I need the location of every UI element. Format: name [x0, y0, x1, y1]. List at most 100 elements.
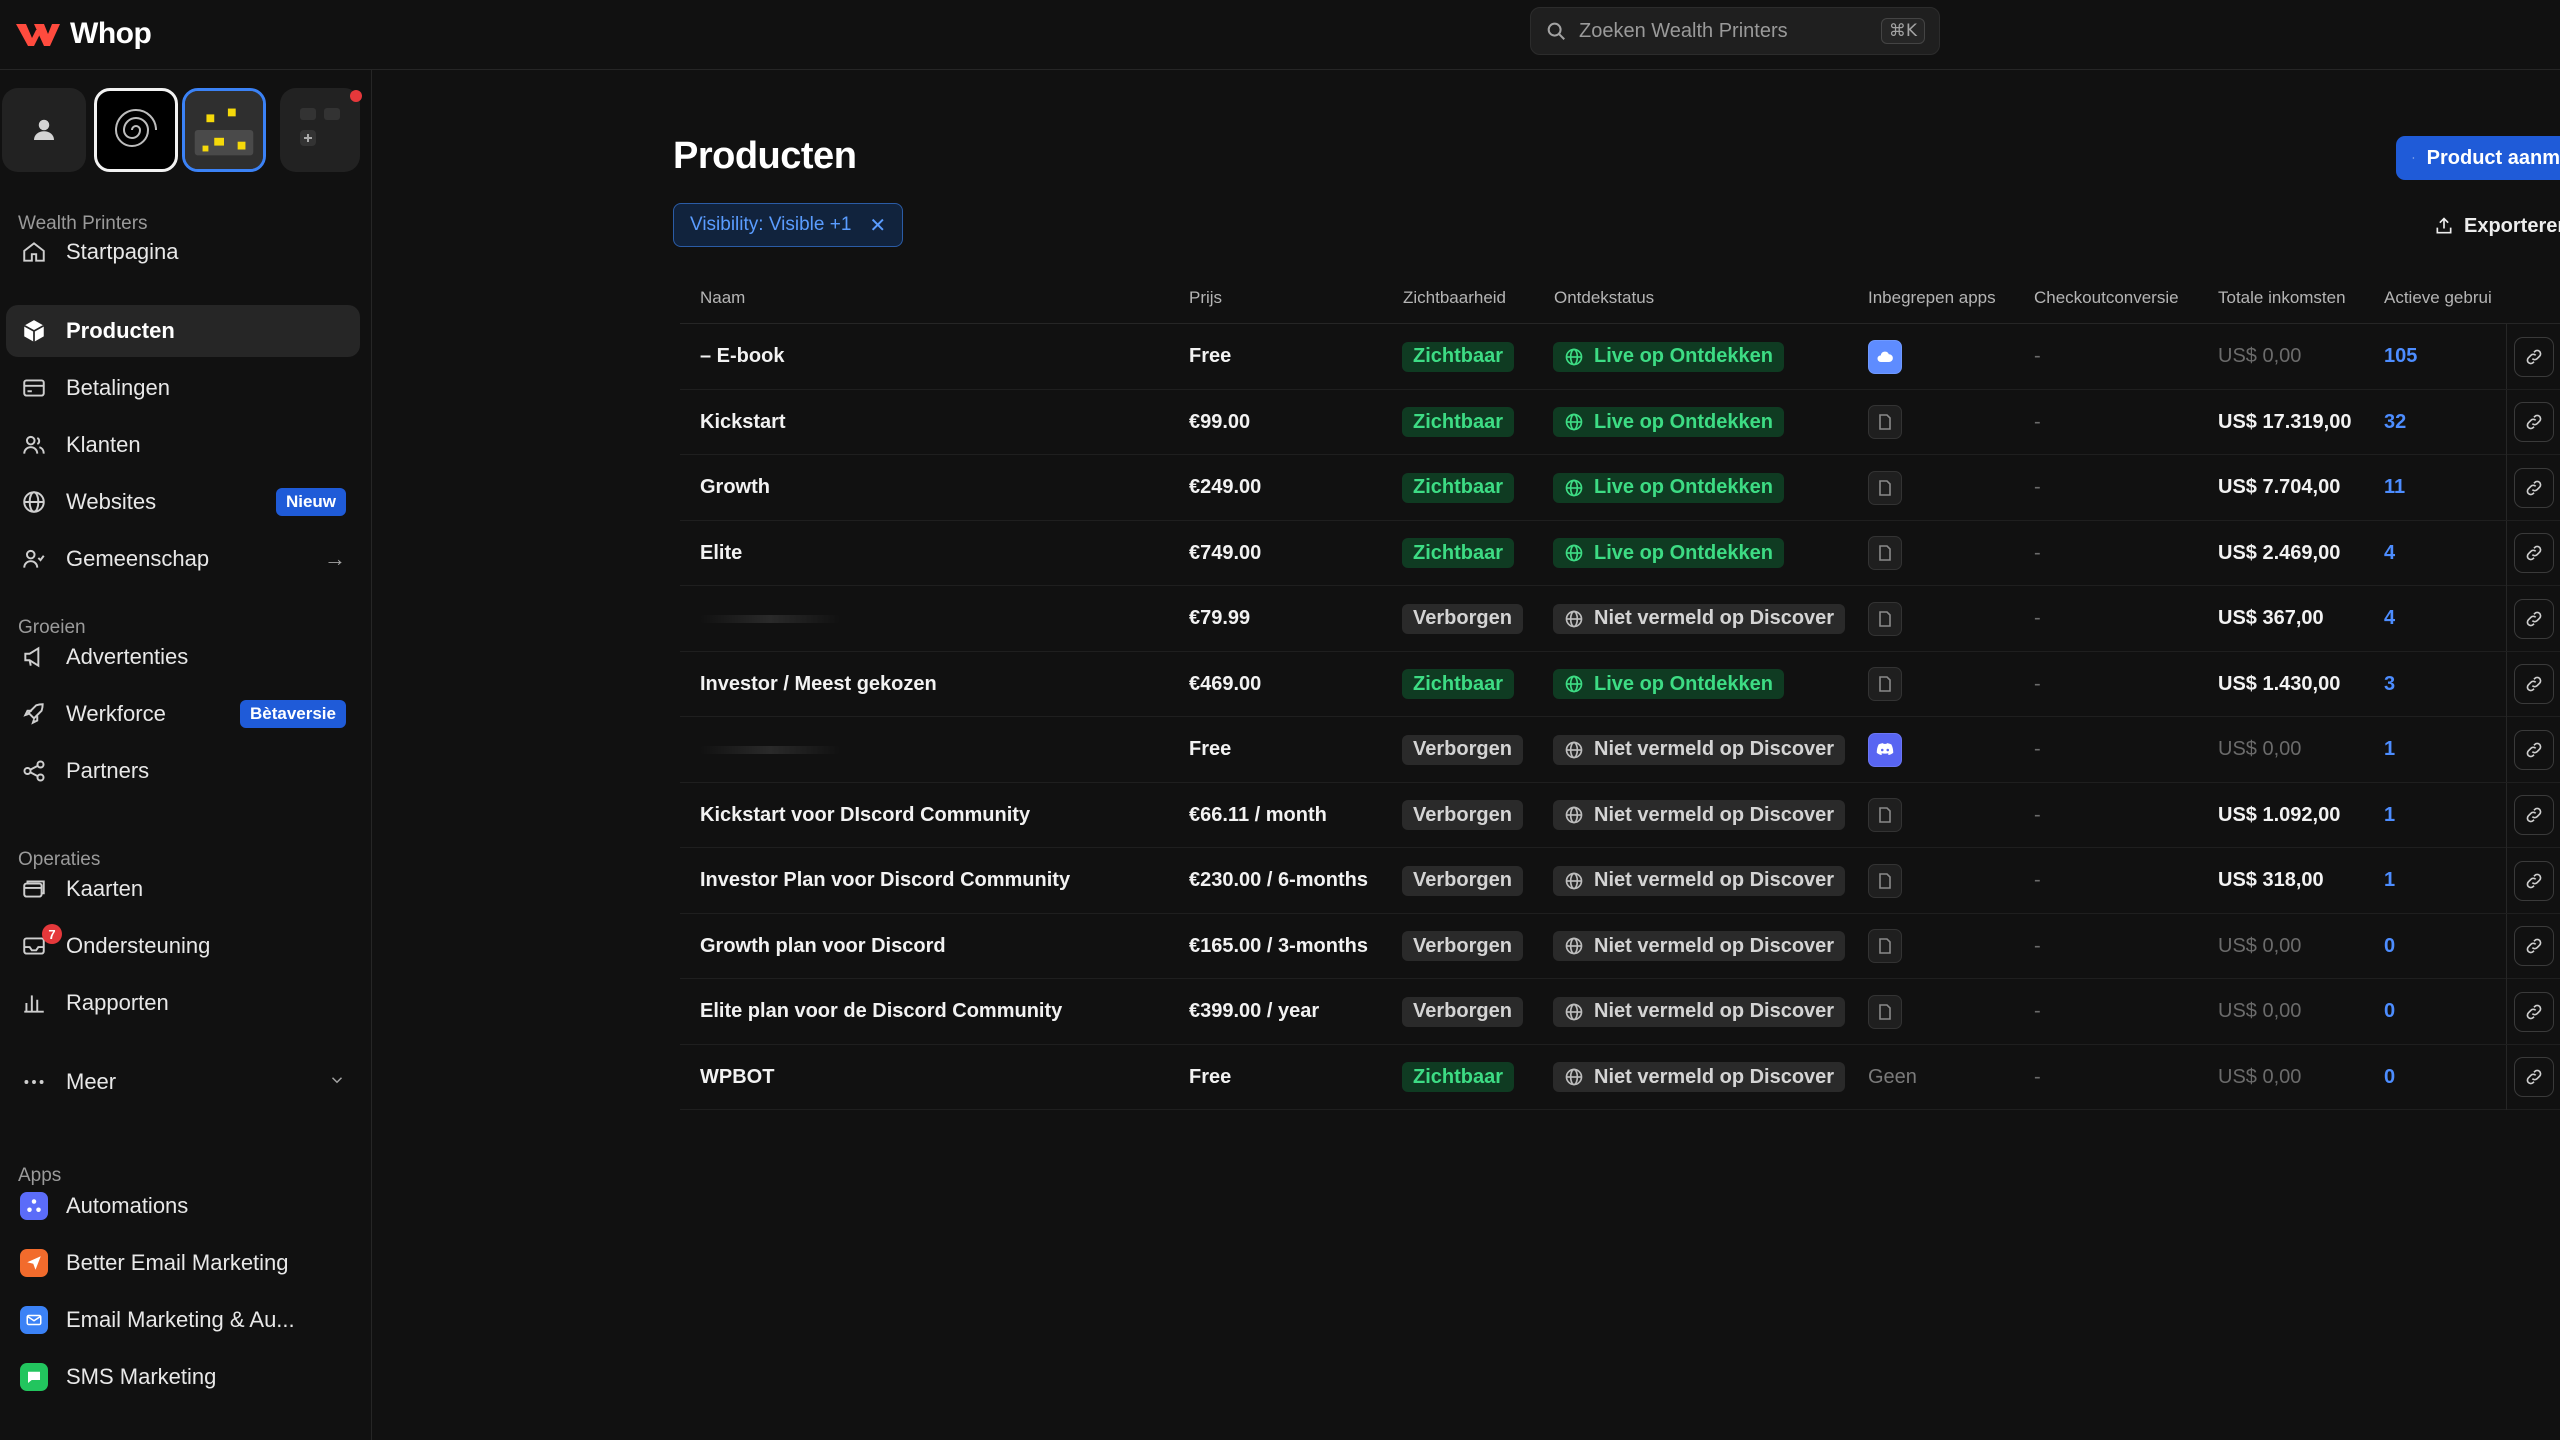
- product-name[interactable]: Elite plan voor de Discord Community: [700, 1000, 1062, 1023]
- copy-link-button[interactable]: [2513, 795, 2554, 835]
- table-row[interactable]: Elite €749.00 Zichtbaar Live op Ontdekken - U…: [680, 520, 2560, 586]
- cell-active-users[interactable]: 0: [2384, 979, 2395, 1044]
- column-header-inkomsten[interactable]: Totale inkomsten: [2218, 288, 2346, 308]
- discover-status-badge[interactable]: Niet vermeld op Discover: [1553, 865, 1846, 896]
- sidebar-item-rapporten[interactable]: Rapporten: [6, 977, 360, 1029]
- cell-active-users[interactable]: 0: [2384, 1045, 2395, 1110]
- file-app-icon[interactable]: [1868, 601, 1902, 636]
- table-row[interactable]: Free Verborgen Niet vermeld op Discover - US…: [680, 717, 2560, 783]
- column-header-apps[interactable]: Inbegrepen apps: [1868, 288, 1996, 308]
- cell-active-users[interactable]: 4: [2384, 586, 2395, 651]
- product-name[interactable]: Growth plan voor Discord: [700, 935, 946, 958]
- cell-active-users[interactable]: 32: [2384, 390, 2406, 455]
- export-button[interactable]: Exporteren: [2434, 211, 2560, 241]
- discover-status-badge[interactable]: Niet vermeld op Discover: [1553, 931, 1846, 961]
- create-product-button[interactable]: Product aanm: [2396, 136, 2560, 180]
- workspace-wealth-printers[interactable]: [182, 88, 266, 172]
- copy-link-button[interactable]: [2513, 1057, 2554, 1097]
- product-name[interactable]: Growth: [700, 476, 770, 499]
- sidebar-item-websites[interactable]: Websites Nieuw: [6, 476, 360, 528]
- copy-link-button[interactable]: [2513, 533, 2554, 573]
- file-app-icon[interactable]: [1868, 929, 1902, 963]
- discover-status-badge[interactable]: Live op Ontdekken: [1553, 341, 1784, 372]
- discord-icon[interactable]: [1868, 732, 1902, 767]
- sidebar-app-email-marketing[interactable]: Email Marketing & Au...: [6, 1294, 360, 1346]
- copy-link-button[interactable]: [2513, 664, 2554, 704]
- sidebar-item-betalingen[interactable]: Betalingen: [6, 362, 360, 414]
- cell-active-users[interactable]: 105: [2384, 324, 2417, 389]
- sidebar-app-sms-marketing[interactable]: SMS Marketing: [6, 1351, 360, 1403]
- visibility-badge[interactable]: Zichtbaar: [1402, 1062, 1515, 1092]
- table-row[interactable]: €79.99 Verborgen Niet vermeld op Discover -…: [680, 586, 2560, 652]
- file-app-icon[interactable]: [1868, 405, 1902, 439]
- product-name[interactable]: WPBOT: [700, 1066, 774, 1089]
- product-name[interactable]: Kickstart voor DIscord Community: [700, 804, 1030, 827]
- copy-link-button[interactable]: [2513, 729, 2554, 770]
- table-row[interactable]: Growth plan voor Discord €165.00 / 3-mont…: [680, 913, 2560, 979]
- product-name[interactable]: Investor Plan voor Discord Community: [700, 869, 1070, 892]
- table-row[interactable]: WPBOT Free Zichtbaar Niet vermeld op Discov…: [680, 1044, 2560, 1110]
- cell-active-users[interactable]: 11: [2384, 455, 2405, 520]
- cloud-app-icon[interactable]: [1868, 339, 1902, 374]
- discover-status-badge[interactable]: Niet vermeld op Discover: [1553, 996, 1846, 1027]
- visibility-badge[interactable]: Verborgen: [1402, 931, 1523, 961]
- visibility-badge[interactable]: Verborgen: [1402, 734, 1523, 765]
- sidebar-item-partners[interactable]: Partners: [6, 745, 360, 797]
- copy-link-button[interactable]: [2513, 991, 2554, 1032]
- column-header-conversie[interactable]: Checkoutconversie: [2034, 288, 2179, 308]
- copy-link-button[interactable]: [2513, 598, 2554, 639]
- sidebar-item-klanten[interactable]: Klanten: [6, 419, 360, 471]
- column-header-zichtbaarheid[interactable]: Zichtbaarheid: [1403, 288, 1506, 308]
- sidebar-item-advertenties[interactable]: Advertenties: [6, 631, 360, 683]
- visibility-filter-chip[interactable]: Visibility: Visible +1 ✕: [673, 203, 904, 247]
- table-row[interactable]: Kickstart €99.00 Zichtbaar Live op Ontdekke…: [680, 389, 2560, 455]
- cell-active-users[interactable]: 3: [2384, 652, 2395, 717]
- sidebar-app-automations[interactable]: Automations: [6, 1180, 360, 1232]
- cell-active-users[interactable]: 1: [2384, 848, 2395, 913]
- file-app-icon[interactable]: [1868, 536, 1902, 570]
- table-row[interactable]: Growth €249.00 Zichtbaar Live op Ontdekken -…: [680, 455, 2560, 521]
- search-bar[interactable]: ⌘K: [1530, 7, 1940, 55]
- file-app-icon[interactable]: [1868, 863, 1902, 898]
- discover-status-badge[interactable]: Niet vermeld op Discover: [1553, 800, 1846, 830]
- sidebar-item-producten[interactable]: Producten: [6, 305, 360, 357]
- user-profile-button[interactable]: [2, 88, 86, 172]
- discover-status-badge[interactable]: Live op Ontdekken: [1553, 538, 1784, 568]
- visibility-badge[interactable]: Zichtbaar: [1402, 407, 1515, 437]
- product-name[interactable]: Investor / Meest gekozen: [700, 673, 937, 696]
- table-row[interactable]: Kickstart voor DIscord Community €66.11 /…: [680, 782, 2560, 848]
- product-name[interactable]: Elite: [700, 542, 742, 565]
- discover-status-badge[interactable]: Niet vermeld op Discover: [1553, 603, 1846, 634]
- file-app-icon[interactable]: [1868, 667, 1902, 701]
- close-icon[interactable]: ✕: [869, 213, 886, 238]
- column-header-actieve-gebruikers[interactable]: Actieve gebrui: [2384, 288, 2492, 308]
- whop-logo[interactable]: Whop: [14, 14, 152, 54]
- visibility-badge[interactable]: Verborgen: [1402, 800, 1523, 830]
- sidebar-item-werkforce[interactable]: Werkforce Bètaversie: [6, 688, 360, 740]
- cell-active-users[interactable]: 4: [2384, 521, 2395, 586]
- sidebar-item-meer[interactable]: Meer: [6, 1056, 360, 1108]
- sidebar-app-better-email-marketing[interactable]: Better Email Marketing: [6, 1237, 360, 1289]
- sidebar-item-kaarten[interactable]: Kaarten: [6, 863, 360, 915]
- sidebar-item-startpagina[interactable]: Startpagina: [6, 226, 360, 278]
- cell-active-users[interactable]: 1: [2384, 717, 2395, 782]
- discover-status-badge[interactable]: Live op Ontdekken: [1553, 472, 1784, 503]
- column-header-prijs[interactable]: Prijs: [1189, 288, 1222, 308]
- cell-active-users[interactable]: 1: [2384, 783, 2395, 848]
- visibility-badge[interactable]: Zichtbaar: [1402, 341, 1515, 372]
- product-name[interactable]: – E-book: [700, 345, 784, 368]
- workspace-spiral[interactable]: [94, 88, 178, 172]
- copy-link-button[interactable]: [2513, 336, 2554, 377]
- cell-active-users[interactable]: 0: [2384, 914, 2395, 979]
- file-app-icon[interactable]: [1868, 470, 1902, 505]
- discover-status-badge[interactable]: Niet vermeld op Discover: [1553, 734, 1846, 765]
- workspace-add-tile[interactable]: [280, 88, 360, 172]
- file-app-icon[interactable]: [1868, 994, 1902, 1029]
- table-row[interactable]: Elite plan voor de Discord Community €399…: [680, 979, 2560, 1045]
- table-row[interactable]: – E-book Free Zichtbaar Live op Ontdekken - U…: [680, 324, 2560, 390]
- visibility-badge[interactable]: Verborgen: [1402, 865, 1523, 896]
- copy-link-button[interactable]: [2513, 926, 2554, 966]
- table-row[interactable]: Investor Plan voor Discord Community €230…: [680, 848, 2560, 914]
- discover-status-badge[interactable]: Live op Ontdekken: [1553, 407, 1784, 437]
- visibility-badge[interactable]: Verborgen: [1402, 996, 1523, 1027]
